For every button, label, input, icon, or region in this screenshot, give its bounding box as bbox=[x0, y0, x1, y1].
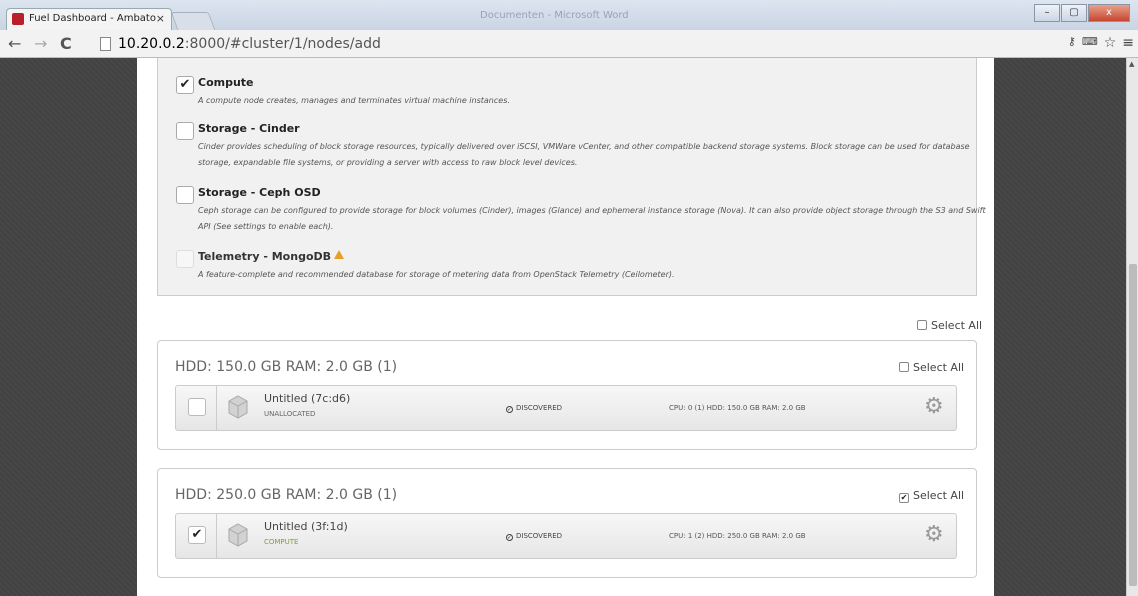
tab-close-icon[interactable]: × bbox=[156, 9, 165, 29]
address-bar[interactable]: 10.20.0.2:8000/#cluster/1/nodes/add bbox=[98, 33, 1038, 55]
group-select-all[interactable]: ✔ Select All bbox=[899, 490, 964, 503]
role-checkbox[interactable] bbox=[176, 122, 194, 140]
node-name[interactable]: Untitled (7c:d6) bbox=[264, 392, 350, 405]
right-background bbox=[994, 58, 1126, 596]
menu-icon[interactable]: ≡ bbox=[1122, 35, 1134, 51]
star-icon[interactable]: ☆ bbox=[1104, 35, 1117, 51]
warning-icon bbox=[334, 250, 345, 259]
server-box-icon bbox=[228, 523, 248, 547]
node-status: ✓ DISCOVERED bbox=[506, 404, 563, 413]
role-checkbox[interactable] bbox=[176, 186, 194, 204]
group-select-all[interactable]: Select All bbox=[899, 362, 964, 374]
role-description: A feature-complete and recommended datab… bbox=[198, 270, 675, 279]
node-group: HDD: 150.0 GB RAM: 2.0 GB (1) Select All… bbox=[157, 340, 977, 450]
role-checkbox bbox=[176, 250, 194, 268]
node-status: ✓ DISCOVERED bbox=[506, 532, 563, 541]
key-icon[interactable]: ⚷ bbox=[1068, 35, 1076, 51]
roles-panel: ✔ Compute A compute node creates, manage… bbox=[157, 58, 986, 296]
role-description: Cinder provides scheduling of block stor… bbox=[198, 142, 970, 167]
role-title: Compute bbox=[198, 76, 254, 89]
page-icon bbox=[100, 37, 111, 51]
node-role: UNALLOCATED bbox=[264, 410, 316, 418]
node-row[interactable]: ✔ Untitled (3f:1d) COMPUTE ✓ DISCOVERED C… bbox=[175, 513, 957, 559]
browser-titlebar: Fuel Dashboard - Ambato × Documenten - M… bbox=[0, 0, 1138, 30]
window-title: Documenten - Microsoft Word bbox=[480, 10, 629, 21]
select-all-checkbox[interactable] bbox=[899, 362, 909, 372]
translate-icon[interactable]: ⌨ bbox=[1082, 35, 1098, 51]
fuel-favicon-icon bbox=[12, 13, 24, 25]
node-checkbox[interactable] bbox=[188, 398, 206, 416]
node-name[interactable]: Untitled (3f:1d) bbox=[264, 520, 348, 533]
left-background bbox=[0, 58, 137, 596]
reload-button[interactable]: C bbox=[60, 34, 72, 54]
node-group: HDD: 250.0 GB RAM: 2.0 GB (1) ✔ Select Al… bbox=[157, 468, 977, 578]
node-checkbox[interactable]: ✔ bbox=[188, 526, 206, 544]
role-title: Storage - Ceph OSD bbox=[198, 186, 321, 199]
browser-toolbar: ← → C 10.20.0.2:8000/#cluster/1/nodes/ad… bbox=[0, 30, 1138, 58]
select-all-checkbox[interactable]: ✔ bbox=[899, 493, 909, 503]
url-host: 10.20.0.2 bbox=[118, 36, 185, 52]
role-title: Storage - Cinder bbox=[198, 122, 300, 135]
tab-title: Fuel Dashboard - Ambato bbox=[29, 13, 156, 24]
node-specs: CPU: 1 (2) HDD: 250.0 GB RAM: 2.0 GB bbox=[669, 532, 806, 540]
divider bbox=[216, 386, 217, 430]
minimize-button[interactable]: – bbox=[1034, 4, 1060, 22]
divider bbox=[216, 514, 217, 558]
status-check-icon: ✓ bbox=[506, 534, 513, 541]
node-row[interactable]: Untitled (7c:d6) UNALLOCATED ✓ DISCOVERED… bbox=[175, 385, 957, 431]
group-title: HDD: 250.0 GB RAM: 2.0 GB (1) bbox=[175, 487, 398, 503]
group-title: HDD: 150.0 GB RAM: 2.0 GB (1) bbox=[175, 359, 398, 375]
gear-icon[interactable]: ⚙ bbox=[924, 396, 944, 418]
new-tab-button[interactable] bbox=[170, 12, 216, 30]
browser-tab[interactable]: Fuel Dashboard - Ambato × bbox=[6, 8, 172, 30]
close-window-button[interactable]: x bbox=[1088, 4, 1130, 22]
main-content: ✔ Compute A compute node creates, manage… bbox=[137, 58, 994, 596]
gear-icon[interactable]: ⚙ bbox=[924, 524, 944, 546]
role-checkbox[interactable]: ✔ bbox=[176, 76, 194, 94]
maximize-button[interactable]: ▢ bbox=[1061, 4, 1087, 22]
node-specs: CPU: 0 (1) HDD: 150.0 GB RAM: 2.0 GB bbox=[669, 404, 806, 412]
role-description: A compute node creates, manages and term… bbox=[198, 96, 510, 105]
select-all-global[interactable]: Select All bbox=[917, 320, 982, 332]
select-all-checkbox[interactable] bbox=[917, 320, 927, 330]
scrollbar-thumb[interactable] bbox=[1129, 264, 1137, 586]
server-box-icon bbox=[228, 395, 248, 419]
page-viewport: ✔ Compute A compute node creates, manage… bbox=[0, 58, 1126, 596]
scrollbar[interactable]: ▲ bbox=[1126, 58, 1138, 596]
scroll-up-icon[interactable]: ▲ bbox=[1129, 60, 1134, 68]
status-check-icon: ✓ bbox=[506, 406, 513, 413]
node-role: COMPUTE bbox=[264, 538, 299, 546]
forward-button[interactable]: → bbox=[34, 34, 47, 54]
role-title: Telemetry - MongoDB bbox=[198, 250, 345, 263]
back-button[interactable]: ← bbox=[8, 34, 21, 54]
role-description: Ceph storage can be configured to provid… bbox=[198, 206, 986, 231]
url-path: :8000/#cluster/1/nodes/add bbox=[184, 36, 381, 52]
